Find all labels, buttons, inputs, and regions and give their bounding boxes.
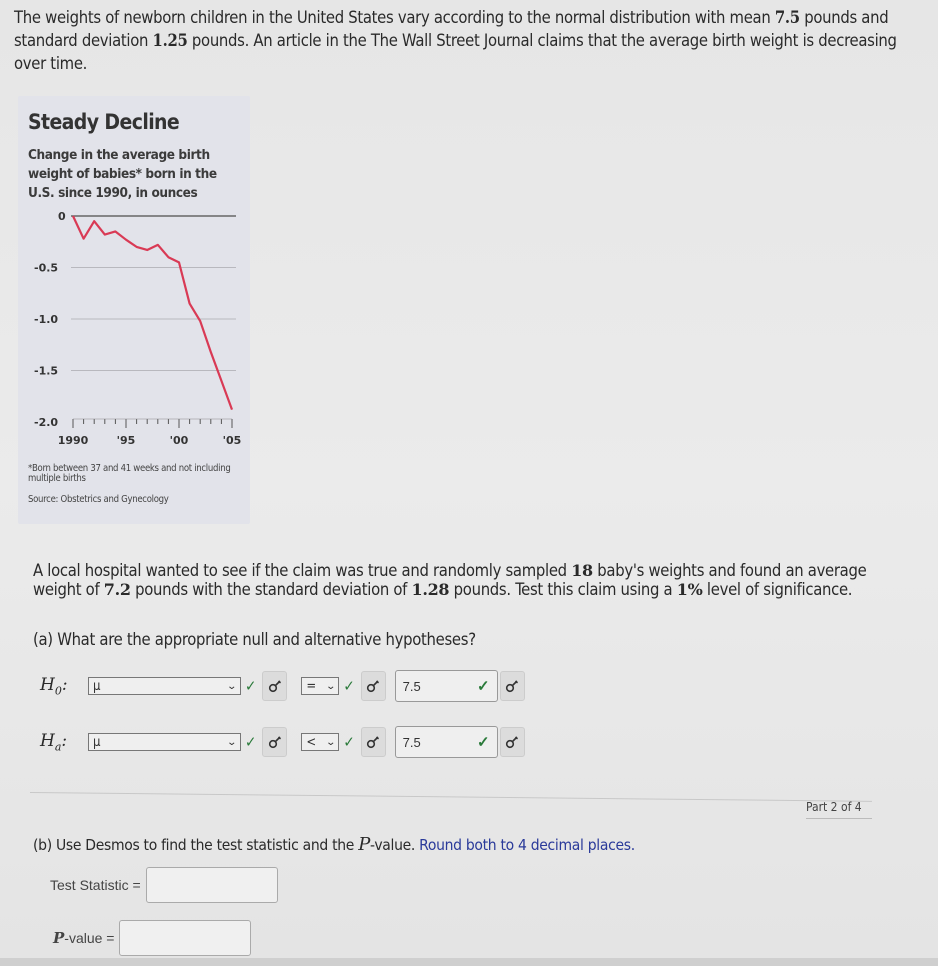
checkmark-icon: ✓ (343, 677, 355, 695)
chart-panel: Steady Decline Change in the average bir… (18, 96, 250, 524)
x-tick-label: '95 (117, 434, 136, 447)
bottom-edge (0, 958, 938, 966)
sample-mean: 7.2 (103, 580, 131, 599)
para-text: level of significance. (702, 580, 853, 599)
h-subscript: a (54, 740, 62, 754)
problem-intro: The weights of newborn children in the U… (14, 6, 929, 75)
test-statistic-row: Test Statistic = (50, 867, 278, 903)
h-letter: H (40, 730, 55, 751)
x-tick-label: 1990 (58, 434, 89, 447)
checkmark-icon: ✓ (477, 678, 490, 695)
test-statistic-label: Test Statistic = (50, 877, 141, 893)
checkmark-icon: ✓ (343, 733, 355, 751)
part-b-question: (b) Use Desmos to find the test statisti… (33, 834, 635, 855)
key-button[interactable] (499, 671, 525, 701)
y-tick-label: -1.5 (34, 365, 58, 378)
h0-label: H0: (40, 674, 68, 698)
y-tick-label: -1.0 (34, 313, 58, 326)
section-divider (29, 792, 872, 802)
input-value: 7.5 (402, 734, 421, 750)
p-symbol: P (358, 834, 370, 855)
y-tick-label: -2.0 (34, 416, 58, 429)
key-icon (268, 680, 281, 693)
h-subscript: 0 (54, 684, 62, 698)
selected-operator: < (306, 734, 317, 750)
chevron-down-icon: ⌄ (325, 736, 336, 748)
key-icon (506, 736, 519, 749)
sample-size: 18 (571, 561, 593, 580)
h0-parameter-select[interactable]: μ ⌄ (88, 677, 241, 695)
input-value: 7.5 (402, 678, 421, 694)
x-tick-label: '05 (223, 434, 242, 447)
sd-value: 1.25 (152, 31, 188, 50)
null-hypothesis-row: H0: μ ⌄ ✓ = ⌄ ✓ 7.5 ✓ (40, 669, 525, 703)
key-button[interactable] (262, 727, 288, 757)
y-tick-label: 0 (58, 210, 66, 223)
mean-value: 7.5 (774, 8, 800, 27)
key-button[interactable] (360, 671, 386, 701)
significance-level: 1% (676, 580, 703, 599)
problem-sample-info: A local hospital wanted to see if the cl… (33, 561, 893, 599)
key-icon (268, 736, 281, 749)
alternative-hypothesis-row: Ha: μ ⌄ ✓ < ⌄ ✓ 7.5 ✓ (40, 725, 525, 759)
chart-source: Source: Obstetrics and Gynecology (28, 494, 169, 505)
ha-value-input[interactable]: 7.5 ✓ (394, 726, 498, 758)
test-statistic-input[interactable] (145, 867, 278, 903)
checkmark-icon: ✓ (477, 734, 490, 751)
intro-text: The weights of newborn children in the U… (14, 8, 775, 27)
key-button[interactable] (360, 727, 386, 757)
question-text: -value. (370, 836, 420, 854)
key-button[interactable] (499, 727, 525, 757)
part-a-question: (a) What are the appropriate null and al… (33, 630, 476, 649)
key-button[interactable] (262, 671, 288, 701)
ha-operator-select[interactable]: < ⌄ (301, 733, 340, 751)
p-value-row: P -value = (53, 920, 252, 956)
para-text: pounds with the standard deviation of (130, 580, 412, 599)
checkmark-icon: ✓ (245, 677, 257, 695)
ha-parameter-select[interactable]: μ ⌄ (88, 733, 241, 751)
p-value-input[interactable] (119, 920, 252, 956)
p-symbol: P (53, 929, 65, 947)
key-icon (506, 680, 519, 693)
h0-operator-select[interactable]: = ⌄ (301, 677, 340, 695)
part-underline (806, 818, 872, 819)
selected-operator: = (306, 678, 317, 694)
checkmark-icon: ✓ (245, 733, 257, 751)
h0-value-input[interactable]: 7.5 ✓ (394, 670, 498, 702)
para-text: A local hospital wanted to see if the cl… (33, 561, 572, 580)
key-icon (367, 736, 380, 749)
chart-footnote: *Born between 37 and 41 weeks and not in… (28, 463, 231, 484)
part-progress-label: Part 2 of 4 (806, 800, 862, 814)
key-icon (367, 680, 380, 693)
p-value-label: -value = (64, 930, 115, 946)
chevron-down-icon: ⌄ (226, 736, 238, 748)
selected-parameter: μ (93, 734, 101, 750)
x-tick-label: '00 (170, 434, 189, 447)
rounding-instruction: Round both to 4 decimal places. (419, 836, 635, 854)
data-line (72, 215, 234, 411)
ha-label: Ha: (40, 730, 68, 754)
line-chart: 0 -0.5 -1.0 -1.5 -2.01990 '95 '00 '05 (34, 210, 242, 447)
para-text: pounds. Test this claim using a (449, 580, 677, 599)
sample-sd: 1.28 (411, 580, 450, 599)
chevron-down-icon: ⌄ (226, 680, 238, 692)
chevron-down-icon: ⌄ (325, 680, 336, 692)
y-tick-label: -0.5 (34, 262, 58, 275)
question-text: (b) Use Desmos to find the test statisti… (33, 836, 359, 854)
selected-parameter: μ (93, 678, 101, 694)
h-letter: H (40, 674, 55, 695)
